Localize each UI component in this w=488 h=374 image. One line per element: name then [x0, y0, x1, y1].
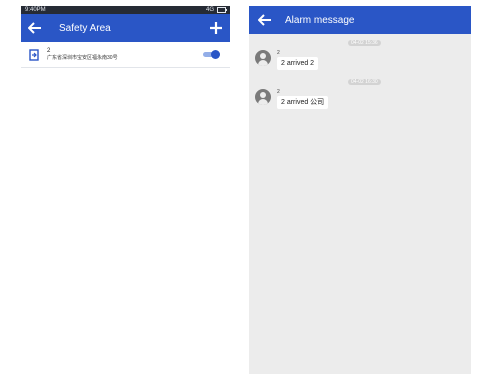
message-bubble: 2 arrived 公司	[277, 96, 329, 109]
status-icons: 4G	[205, 6, 227, 14]
battery-icon	[217, 7, 227, 13]
safety-area-appbar: Safety Area	[21, 14, 230, 42]
area-enabled-toggle[interactable]	[203, 50, 220, 59]
door-exit-icon	[27, 48, 41, 62]
area-info: 2 广东省深圳市宝安区福永南30号	[47, 48, 203, 62]
safety-area-list-item[interactable]: 2 广东省深圳市宝安区福永南30号	[21, 42, 230, 68]
avatar-icon	[255, 89, 271, 105]
alarm-message-appbar: Alarm message	[249, 6, 471, 34]
alarm-message-screen: Alarm message 04-02 15:36 2 2 arrived 2 …	[249, 6, 471, 374]
area-address: 广东省深圳市宝安区福永南30号	[47, 54, 118, 61]
message-list[interactable]: 04-02 15:36 2 2 arrived 2 04-02 16:30 2 …	[249, 34, 471, 374]
message-sender: 2	[277, 50, 280, 56]
message-body: 2 2 arrived 公司	[277, 89, 329, 109]
status-time: 9:40PM	[25, 7, 46, 13]
message-item[interactable]: 2 2 arrived 2	[255, 50, 319, 70]
back-arrow-icon[interactable]	[27, 21, 43, 35]
network-label: 4G	[205, 7, 214, 13]
toggle-knob	[211, 50, 220, 59]
plus-icon[interactable]	[208, 20, 224, 36]
back-arrow-icon[interactable]	[257, 13, 273, 27]
avatar-icon	[255, 50, 271, 66]
page-title: Alarm message	[285, 14, 355, 26]
message-item[interactable]: 2 2 arrived 公司	[255, 89, 329, 109]
message-timestamp: 04-02 16:30	[348, 79, 381, 85]
message-bubble: 2 arrived 2	[277, 57, 319, 70]
page-title: Safety Area	[59, 22, 111, 34]
area-name: 2	[47, 47, 51, 54]
message-timestamp: 04-02 15:36	[348, 40, 381, 46]
message-body: 2 2 arrived 2	[277, 50, 319, 70]
safety-area-screen: 9:40PM 4G Safety Area 2 广东省深圳市宝安区福永南30号	[21, 6, 230, 80]
status-bar: 9:40PM 4G	[21, 6, 230, 14]
message-sender: 2	[277, 89, 280, 95]
